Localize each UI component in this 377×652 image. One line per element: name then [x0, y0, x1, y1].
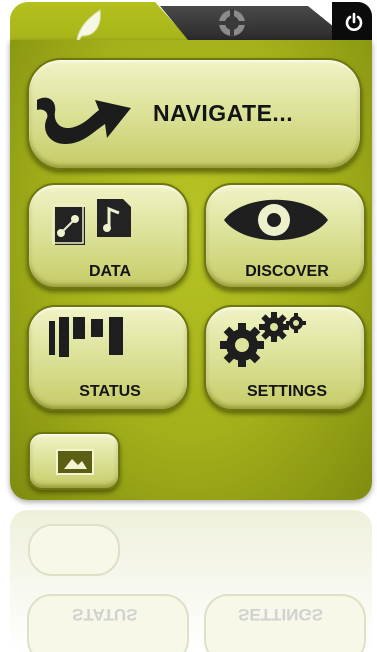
reflection-settings-label: SETTINGS	[238, 605, 324, 624]
discover-label: DISCOVER	[245, 263, 329, 280]
settings-button[interactable]: SETTINGS	[204, 305, 366, 411]
tyre-icon	[218, 9, 246, 37]
tab-secondary[interactable]	[160, 6, 350, 40]
route-arrow-icon	[37, 97, 131, 144]
navigate-label: NAVIGATE...	[153, 100, 294, 126]
power-button[interactable]	[332, 2, 372, 42]
eye-icon	[224, 199, 328, 241]
navigate-button[interactable]: NAVIGATE...	[27, 58, 362, 170]
reflection-settings-button	[204, 594, 366, 652]
gears-icon	[220, 312, 306, 367]
reflection-status-button	[27, 594, 189, 652]
data-button[interactable]: DATA	[27, 183, 189, 289]
reflection-status-label: STATUS	[72, 605, 138, 624]
reflection-panel	[10, 510, 372, 652]
power-icon	[345, 12, 363, 31]
status-label: STATUS	[79, 383, 141, 400]
status-bars-icon	[49, 317, 123, 357]
picture-icon	[56, 449, 94, 475]
reflection: STATUS SETTINGS	[10, 510, 372, 652]
reflection-map-button	[28, 524, 120, 576]
app-screen: NAVIGATE... DATA DISCOVER STATUS SETTING…	[0, 0, 377, 652]
data-label: DATA	[88, 263, 132, 280]
map-view-button[interactable]	[28, 432, 120, 490]
status-button[interactable]: STATUS	[27, 305, 189, 411]
settings-label: SETTINGS	[246, 383, 327, 400]
discover-button[interactable]: DISCOVER	[204, 183, 366, 289]
data-icon	[52, 199, 131, 245]
